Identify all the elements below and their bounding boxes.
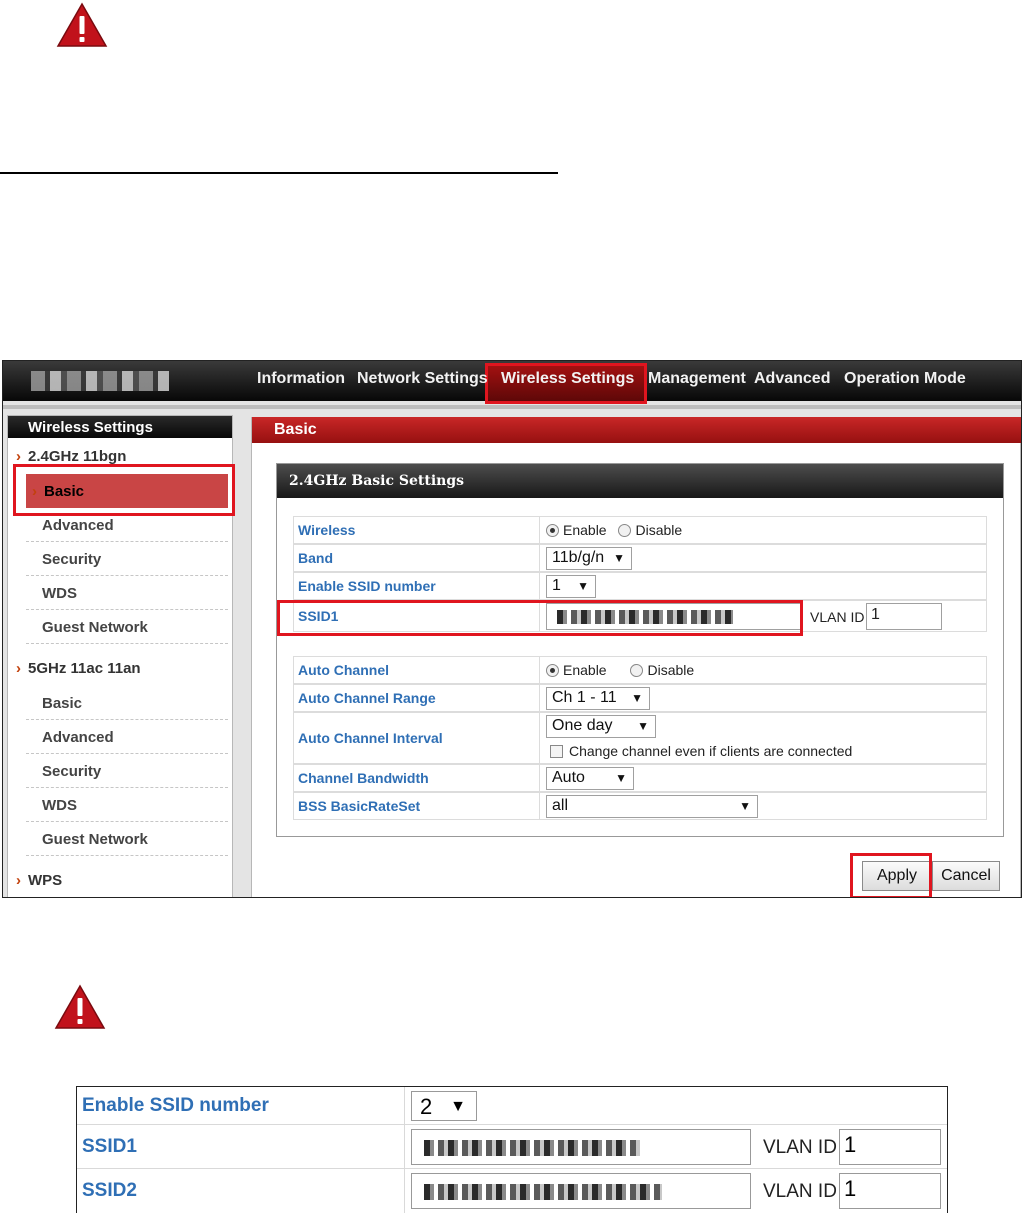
change-channel-checkbox-label: Change channel even if clients are conne… xyxy=(569,743,853,759)
ssid-number-select[interactable]: 1 ▼ xyxy=(546,575,596,598)
ssid1-vlan-label-large: VLAN ID xyxy=(763,1137,837,1158)
sidebar-group-24ghz[interactable]: › 2.4GHz 11bgn xyxy=(16,448,126,465)
enable-ssid-number-label: Enable SSID number xyxy=(77,1087,405,1124)
wireless-disable-label: Disable xyxy=(635,522,683,538)
dropdown-arrow-icon: ▼ xyxy=(577,579,589,593)
auto-channel-enable-radio[interactable] xyxy=(546,664,559,677)
cancel-button[interactable]: Cancel xyxy=(932,861,1000,891)
router-ui-screenshot: Information Network Settings Wireless Se… xyxy=(2,360,1022,898)
nav-information[interactable]: Information xyxy=(257,370,345,388)
sidebar-item-5-advanced[interactable]: Advanced xyxy=(26,720,228,754)
panel-title: 2.4GHz Basic Settings xyxy=(277,464,1003,498)
bss-basic-rate-set-select[interactable]: all ▼ xyxy=(546,795,758,818)
ssid2-value-pixelated xyxy=(424,1184,662,1200)
ssid-example-table: Enable SSID number 2 ▼ SSID1 VLAN ID 1 SS… xyxy=(76,1086,948,1213)
basic-settings-panel: 2.4GHz Basic Settings Wireless Enable Di… xyxy=(276,463,1004,837)
ssid-number-select-large[interactable]: 2 ▼ xyxy=(411,1091,477,1121)
row-auto-channel-interval: Auto Channel Interval One day ▼ Change ch… xyxy=(293,712,987,764)
sidebar-item-24-security[interactable]: Security xyxy=(26,542,228,576)
auto-channel-range-select[interactable]: Ch 1 - 11 ▼ xyxy=(546,687,650,710)
nav-divider xyxy=(3,405,1021,409)
table-row: SSID2 VLAN ID 1 xyxy=(77,1169,947,1213)
dropdown-arrow-icon: ▼ xyxy=(739,799,751,813)
ssid2-vlan-input-large[interactable]: 1 xyxy=(839,1173,941,1209)
ssid1-value-pixelated xyxy=(424,1140,640,1156)
wireless-disable-radio[interactable] xyxy=(618,524,632,537)
row-channel-bandwidth: Channel Bandwidth Auto ▼ xyxy=(293,764,987,792)
wireless-enable-radio[interactable] xyxy=(546,524,559,537)
nav-operation-mode[interactable]: Operation Mode xyxy=(844,370,966,388)
ssid1-input-large[interactable] xyxy=(411,1129,751,1165)
wireless-label: Wireless xyxy=(294,517,540,543)
sidebar-item-5-basic[interactable]: Basic xyxy=(26,686,228,720)
table-row: SSID1 VLAN ID 1 xyxy=(77,1125,947,1169)
sidebar-item-24-wds[interactable]: WDS xyxy=(26,576,228,610)
sidebar-group-wps[interactable]: › WPS xyxy=(16,872,62,889)
ssid1-vlan-input-large[interactable]: 1 xyxy=(839,1129,941,1165)
nav-advanced[interactable]: Advanced xyxy=(754,370,830,388)
warning-triangle-icon xyxy=(54,984,106,1029)
content-title: Basic xyxy=(252,417,1021,443)
dropdown-arrow-icon: ▼ xyxy=(450,1098,466,1115)
ssid1-vlan-label: VLAN ID xyxy=(810,609,865,625)
sidebar-title: Wireless Settings xyxy=(8,416,232,438)
auto-channel-range-label: Auto Channel Range xyxy=(294,685,540,711)
nav-management[interactable]: Management xyxy=(648,370,746,388)
row-ssid-number: Enable SSID number 1 ▼ xyxy=(293,572,987,600)
row-auto-channel-range: Auto Channel Range Ch 1 - 11 ▼ xyxy=(293,684,987,712)
ssid1-vlan-input[interactable]: 1 xyxy=(866,603,942,630)
auto-channel-disable-radio[interactable] xyxy=(630,664,644,677)
nav-network-settings[interactable]: Network Settings xyxy=(357,370,488,388)
ssid1-row-highlight xyxy=(277,600,803,636)
dropdown-arrow-icon: ▼ xyxy=(615,771,627,785)
row-band: Band 11b/g/n ▼ xyxy=(293,544,987,572)
auto-channel-enable-label: Enable xyxy=(563,662,607,678)
dropdown-arrow-icon: ▼ xyxy=(613,551,625,565)
nav-wireless-settings[interactable]: Wireless Settings xyxy=(501,370,634,388)
dropdown-arrow-icon: ▼ xyxy=(637,719,649,733)
channel-bandwidth-select[interactable]: Auto ▼ xyxy=(546,767,634,790)
ssid2-input-large[interactable] xyxy=(411,1173,751,1209)
sidebar-item-24-guest-network[interactable]: Guest Network xyxy=(26,610,228,644)
sidebar-group-5ghz[interactable]: › 5GHz 11ac 11an xyxy=(16,660,141,677)
sidebar-basic-highlight xyxy=(13,464,235,516)
chevron-right-icon: › xyxy=(16,660,21,677)
sidebar-item-5-security[interactable]: Security xyxy=(26,754,228,788)
ssid1-label-large: SSID1 xyxy=(77,1125,405,1168)
table-row: Enable SSID number 2 ▼ xyxy=(77,1087,947,1125)
auto-channel-interval-select[interactable]: One day ▼ xyxy=(546,715,656,738)
channel-bandwidth-label: Channel Bandwidth xyxy=(294,765,540,791)
band-select[interactable]: 11b/g/n ▼ xyxy=(546,547,632,570)
wireless-enable-label: Enable xyxy=(563,522,607,538)
row-auto-channel: Auto Channel Enable Disable xyxy=(293,656,987,684)
sidebar-item-5-wds[interactable]: WDS xyxy=(26,788,228,822)
document-rule xyxy=(0,172,558,174)
change-channel-checkbox[interactable] xyxy=(550,745,563,758)
warning-triangle-icon xyxy=(56,2,108,47)
bss-basic-rate-set-label: BSS BasicRateSet xyxy=(294,793,540,819)
row-bss-basic-rate-set: BSS BasicRateSet all ▼ xyxy=(293,792,987,820)
auto-channel-label: Auto Channel xyxy=(294,657,540,683)
row-wireless: Wireless Enable Disable xyxy=(293,516,987,544)
band-label: Band xyxy=(294,545,540,571)
brand-logo-pixelated xyxy=(31,371,169,391)
content-area: Basic 2.4GHz Basic Settings Wireless Ena… xyxy=(251,417,1021,897)
auto-channel-interval-label: Auto Channel Interval xyxy=(294,713,540,763)
auto-channel-disable-label: Disable xyxy=(647,662,695,678)
ssid-number-label: Enable SSID number xyxy=(294,573,540,599)
ssid2-label-large: SSID2 xyxy=(77,1169,405,1213)
chevron-right-icon: › xyxy=(16,872,21,889)
chevron-right-icon: › xyxy=(16,448,21,465)
sidebar-item-5-guest-network[interactable]: Guest Network xyxy=(26,822,228,856)
apply-button-highlight xyxy=(850,853,932,897)
dropdown-arrow-icon: ▼ xyxy=(631,691,643,705)
ssid2-vlan-label-large: VLAN ID xyxy=(763,1181,837,1202)
